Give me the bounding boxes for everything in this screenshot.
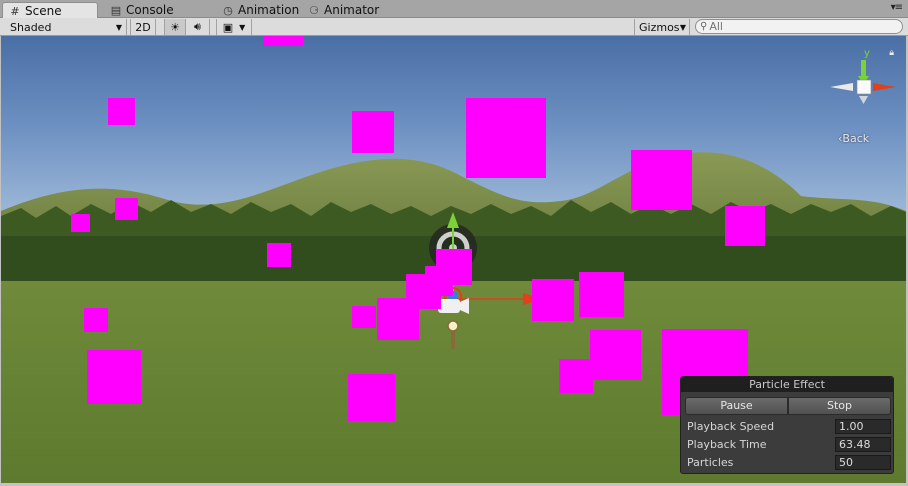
animator-icon: ⚆ <box>309 3 319 17</box>
particle-sprite <box>87 350 141 404</box>
chevron-down-icon: ▼ <box>679 22 686 32</box>
particles-count-label: Particles <box>687 455 734 469</box>
gizmos-dropdown[interactable]: Gizmos ▼ <box>634 19 690 35</box>
orientation-axes-icon: y <box>830 48 896 104</box>
lock-icon[interactable]: 🔒︎ <box>889 48 894 58</box>
particle-sprite <box>84 308 108 332</box>
playback-time-field[interactable]: 63.48 <box>835 436 891 452</box>
speaker-icon: 🔊︎ <box>194 20 201 33</box>
particle-sprite <box>115 198 138 220</box>
effects-dropdown[interactable]: ▣ ▼ <box>216 19 252 35</box>
particle-controls: Pause Stop <box>685 397 891 415</box>
image-icon: ▣ <box>222 20 234 34</box>
particle-sprite <box>532 279 574 321</box>
search-input[interactable] <box>709 20 880 33</box>
particle-sprite <box>352 306 376 328</box>
scene-toolbar: Shaded ▼ 2D ☀ 🔊︎ ▣ ▼ Gizmos ▼ ⚲ <box>0 18 908 36</box>
sun-icon: ☀ <box>170 20 180 34</box>
particle-sprite <box>348 374 395 421</box>
particle-sprite <box>559 359 593 393</box>
chevron-down-icon: ▼ <box>239 22 246 32</box>
particle-panel-title: Particle Effect <box>681 377 893 392</box>
console-icon: ▤ <box>110 3 122 17</box>
particle-sprite <box>631 150 692 210</box>
particle-sprite <box>108 98 135 125</box>
lighting-toggle-button[interactable]: ☀ <box>164 19 186 35</box>
playback-time-row: Playback Time 63.48 <box>687 436 891 452</box>
particle-sprite <box>267 243 291 267</box>
window-menu-icon[interactable]: ▾≡ <box>891 2 903 13</box>
toggle-2d-label: 2D <box>135 20 151 34</box>
particle-sprite <box>579 272 624 317</box>
draw-mode-label: Shaded <box>10 20 52 34</box>
playback-speed-label: Playback Speed <box>687 419 775 433</box>
draw-mode-dropdown[interactable]: Shaded ▼ <box>0 19 127 35</box>
animation-icon: ◷ <box>223 3 233 17</box>
toggle-2d-button[interactable]: 2D <box>130 19 156 35</box>
stop-button[interactable]: Stop <box>788 397 891 415</box>
view-back-label: ‹Back <box>838 132 869 145</box>
audio-toggle-button[interactable]: 🔊︎ <box>186 19 210 35</box>
particle-sprite <box>466 98 546 178</box>
chevron-down-icon: ▼ <box>115 22 122 32</box>
grid-icon: # <box>10 4 20 18</box>
particle-sprite <box>71 214 90 232</box>
pause-button[interactable]: Pause <box>685 397 788 415</box>
gizmos-label: Gizmos <box>639 20 680 34</box>
scene-orientation-gizmo[interactable]: y 🔒︎ ‹Back <box>820 46 898 156</box>
tab-console[interactable]: ▤ Console <box>104 2 182 18</box>
particles-count-field: 50 <box>835 454 891 470</box>
playback-speed-field[interactable]: 1.00 <box>835 418 891 434</box>
tab-console-label: Console <box>126 3 174 17</box>
particle-sprite <box>263 36 303 46</box>
tab-scene[interactable]: # Scene <box>2 2 98 19</box>
particle-sprite <box>352 111 394 153</box>
scene-search[interactable]: ⚲ <box>695 19 903 34</box>
back-label-text: Back <box>842 132 870 145</box>
svg-text:y: y <box>864 48 870 59</box>
particle-sprite <box>590 330 641 380</box>
tab-animator[interactable]: ⚆ Animator <box>302 2 387 18</box>
tab-scene-label: Scene <box>25 4 62 18</box>
particle-effect-panel: Particle Effect Pause Stop Playback Spee… <box>680 376 894 474</box>
editor-tab-strip: # Scene ▤ Console ◷ Animation ⚆ Animator… <box>0 0 908 19</box>
particle-sprite <box>377 298 419 340</box>
playback-speed-row: Playback Speed 1.00 <box>687 418 891 434</box>
particle-sprite <box>725 206 765 246</box>
playback-time-label: Playback Time <box>687 437 767 451</box>
search-icon: ⚲ <box>700 21 708 32</box>
tab-animation[interactable]: ◷ Animation <box>216 2 307 18</box>
tab-animation-label: Animation <box>238 3 300 17</box>
tab-animator-label: Animator <box>324 3 380 17</box>
particles-count-row: Particles 50 <box>687 454 891 470</box>
